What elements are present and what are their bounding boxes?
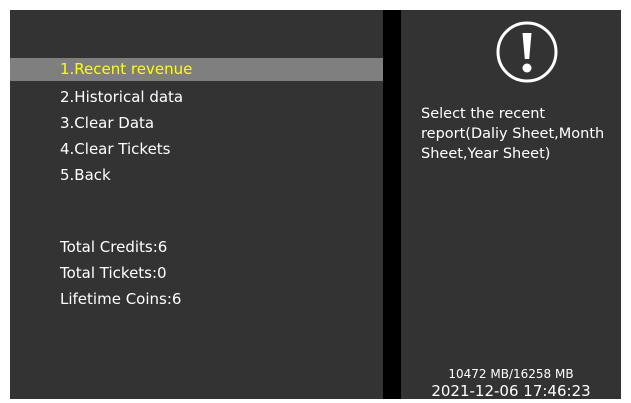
stats-block: Total Credits:6 Total Tickets:0 Lifetime…: [60, 234, 181, 312]
menu-item-clear-data[interactable]: 3.Clear Data: [10, 110, 383, 136]
device-screen: 1.Recent revenue 2.Historical data 3.Cle…: [10, 10, 621, 399]
menu-item-recent-revenue[interactable]: 1.Recent revenue: [10, 58, 383, 81]
help-text: Select the recent report(Daliy Sheet,Mon…: [421, 106, 605, 162]
info-panel: Select the recent report(Daliy Sheet,Mon…: [401, 10, 621, 399]
menu-item-clear-tickets[interactable]: 4.Clear Tickets: [10, 136, 383, 162]
exclamation-circle-icon: [496, 21, 558, 83]
storage-usage: 10472 MB/16258 MB: [448, 367, 574, 381]
lifetime-coins: Lifetime Coins:6: [60, 290, 182, 308]
menu-item-back[interactable]: 5.Back: [10, 162, 383, 188]
total-tickets: Total Tickets:0: [60, 264, 167, 282]
datetime: 2021-12-06 17:46:23: [431, 382, 591, 399]
total-credits: Total Credits:6: [60, 238, 168, 256]
main-menu: 1.Recent revenue 2.Historical data 3.Cle…: [10, 58, 383, 188]
menu-panel: 1.Recent revenue 2.Historical data 3.Cle…: [10, 10, 383, 399]
menu-item-historical-data[interactable]: 2.Historical data: [10, 84, 383, 110]
